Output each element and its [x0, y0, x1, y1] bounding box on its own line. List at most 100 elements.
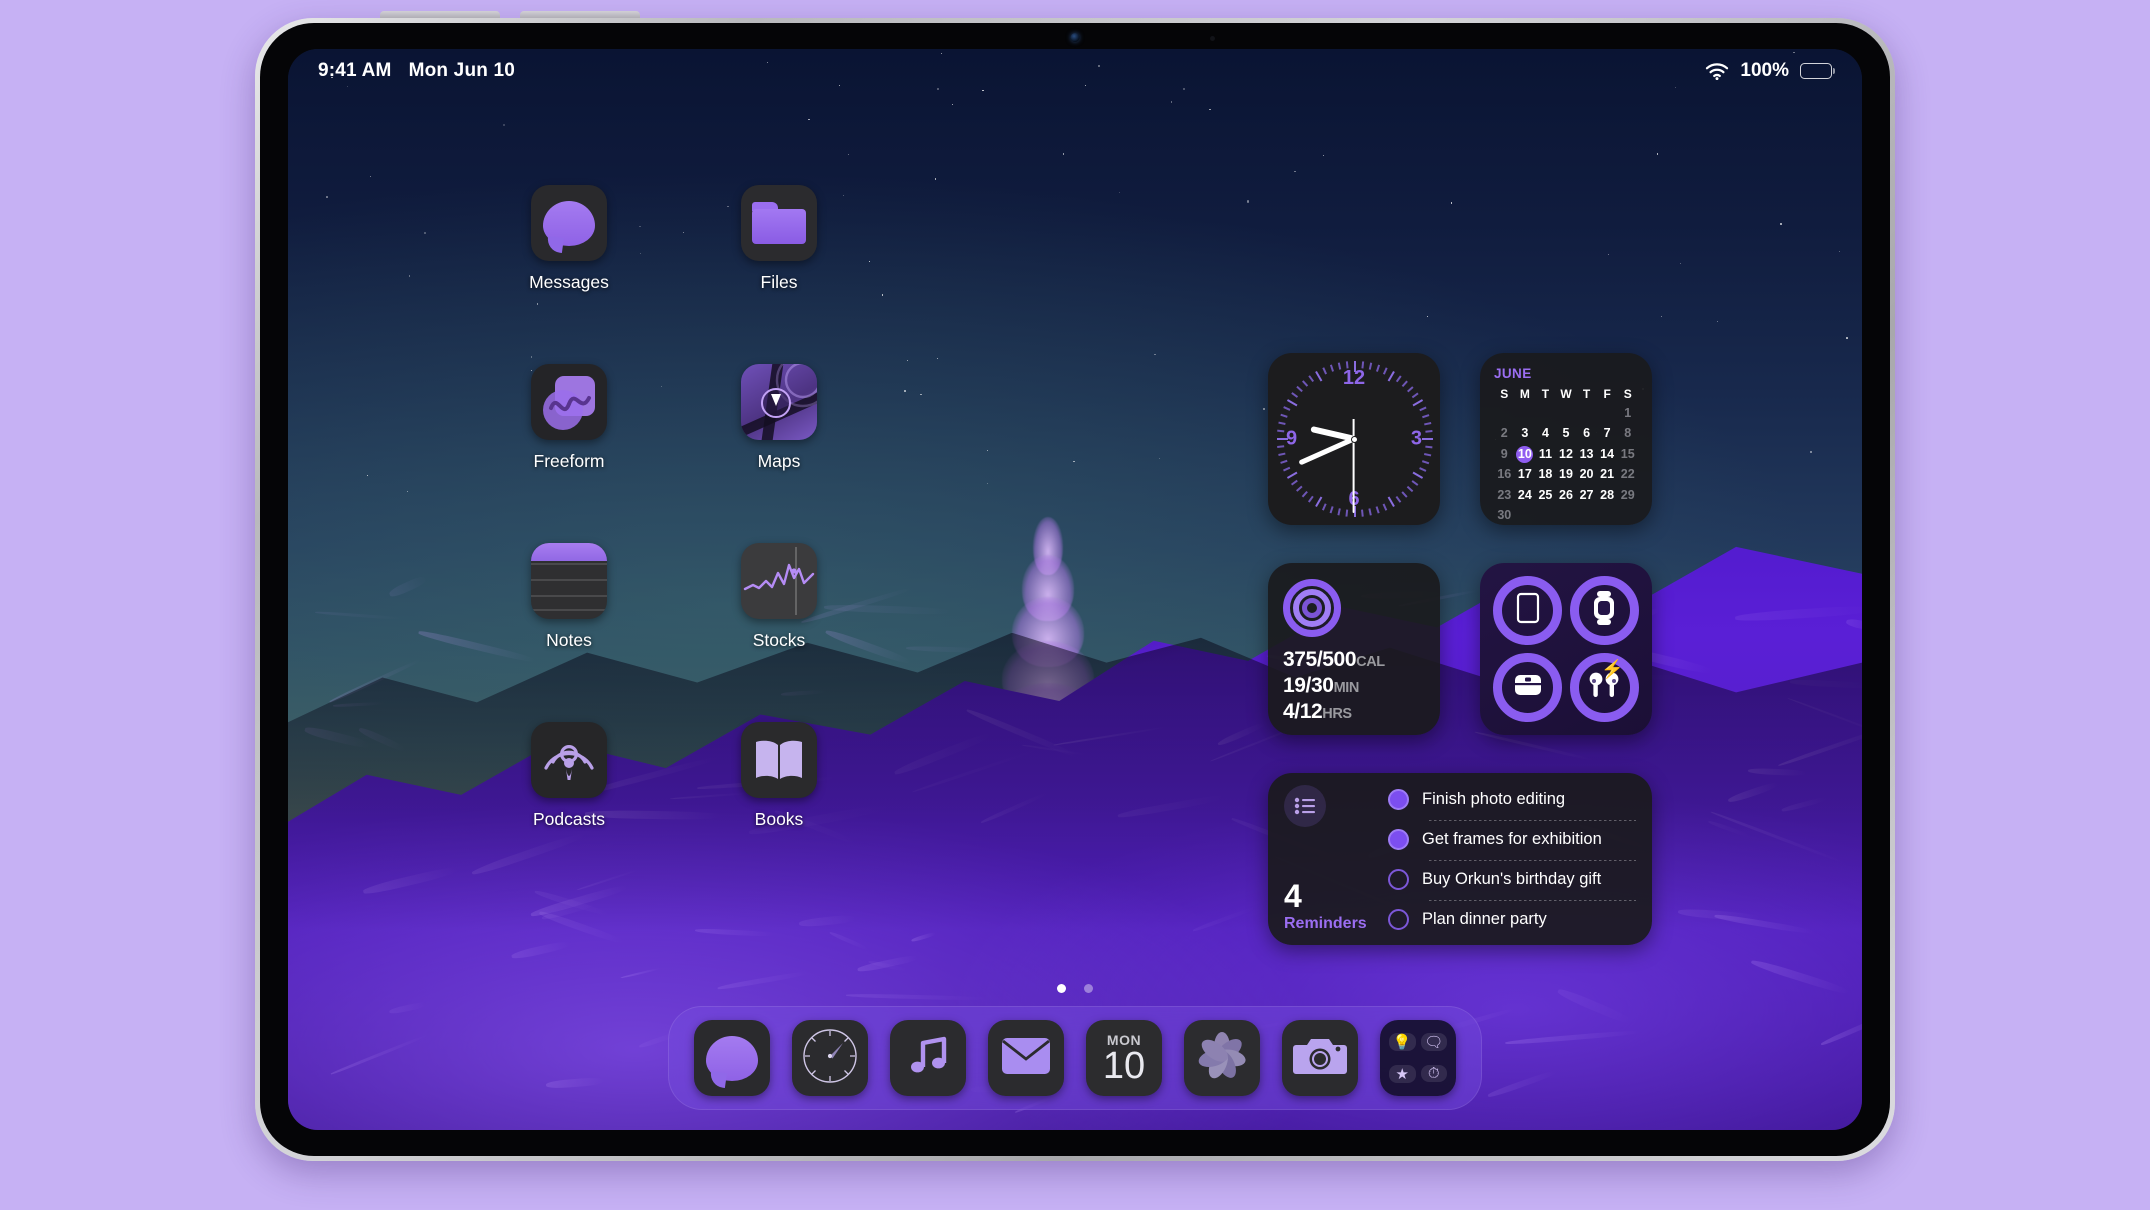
- calendar-day[interactable]: 28: [1597, 487, 1618, 504]
- battery-cell-airpods: ⚡: [1569, 652, 1641, 724]
- ipad-bezel: 9:41 AM Mon Jun 10 100%: [260, 23, 1890, 1156]
- reminders-list: Finish photo editing Get frames for exhi…: [1380, 785, 1636, 933]
- page-dots[interactable]: [1057, 984, 1093, 993]
- status-time: 9:41 AM: [318, 60, 392, 82]
- app-books[interactable]: Books: [674, 722, 884, 830]
- reminder-checkbox[interactable]: [1388, 789, 1409, 810]
- fitness-metric-move: 375/500CAL: [1283, 647, 1425, 673]
- calendar-day[interactable]: 3: [1515, 425, 1536, 442]
- widget-clock[interactable]: 12 3 6 9: [1268, 353, 1440, 525]
- dock-item-safari[interactable]: [792, 1020, 868, 1096]
- calendar-day[interactable]: 7: [1597, 425, 1618, 442]
- dock-item-utilities-folder[interactable]: 💡 🗨 ★ ⏱: [1380, 1020, 1456, 1096]
- calendar-month-label: JUNE: [1494, 366, 1638, 381]
- app-notes[interactable]: Notes: [464, 543, 674, 651]
- calendar-day[interactable]: 2: [1494, 425, 1515, 442]
- calendar-day[interactable]: 17: [1515, 466, 1536, 483]
- dock-item-camera[interactable]: [1282, 1020, 1358, 1096]
- photos-icon: [1195, 1029, 1249, 1088]
- safari-icon: [799, 1025, 861, 1092]
- widget-reminders[interactable]: 4 Reminders Finish photo editing Get fra…: [1268, 773, 1652, 945]
- dock-item-messages[interactable]: [694, 1020, 770, 1096]
- calendar-day[interactable]: 5: [1556, 425, 1577, 442]
- calendar-day[interactable]: 29: [1617, 487, 1638, 504]
- apple-watch-icon: [1591, 591, 1617, 630]
- status-bar-left: 9:41 AM Mon Jun 10: [318, 60, 515, 82]
- app-maps[interactable]: Maps: [674, 364, 884, 472]
- messages-icon: [531, 185, 607, 261]
- dock-item-mail[interactable]: [988, 1020, 1064, 1096]
- calendar-day[interactable]: 20: [1576, 466, 1597, 483]
- clock-numeral-12: 12: [1343, 367, 1365, 390]
- page-dot-1[interactable]: [1057, 984, 1066, 993]
- star-icon: ★: [1389, 1065, 1416, 1083]
- calendar-weekday: T: [1535, 387, 1556, 401]
- calendar-day[interactable]: 26: [1556, 487, 1577, 504]
- dock-item-music[interactable]: [890, 1020, 966, 1096]
- widget-calendar[interactable]: JUNE SMTWTFS......1234567891011121314151…: [1480, 353, 1652, 525]
- clock-hour-hand: [1311, 426, 1355, 441]
- calendar-day[interactable]: 11: [1535, 446, 1556, 463]
- calendar-day[interactable]: 15: [1617, 446, 1638, 463]
- reminder-checkbox[interactable]: [1388, 829, 1409, 850]
- calendar-day[interactable]: 13: [1576, 446, 1597, 463]
- reminder-text: Buy Orkun's birthday gift: [1422, 870, 1601, 889]
- calendar-day[interactable]: 6: [1576, 425, 1597, 442]
- battery-cell-airpods-case: [1492, 652, 1564, 724]
- page-dot-2[interactable]: [1084, 984, 1093, 993]
- calendar-weekday: F: [1597, 387, 1618, 401]
- reminder-item[interactable]: Buy Orkun's birthday gift: [1388, 869, 1636, 890]
- battery-full-icon: [1800, 63, 1832, 79]
- app-grid: Messages Files: [464, 185, 884, 830]
- widget-batteries[interactable]: ⚡: [1480, 563, 1652, 735]
- wifi-icon: [1705, 63, 1729, 80]
- calendar-day[interactable]: 1: [1617, 405, 1638, 422]
- calendar-day[interactable]: 14: [1597, 446, 1618, 463]
- status-date: Mon Jun 10: [409, 60, 516, 82]
- calendar-day[interactable]: 9: [1494, 446, 1515, 463]
- translate-icon: 🗨: [1421, 1033, 1448, 1051]
- calendar-day[interactable]: 25: [1535, 487, 1556, 504]
- app-files[interactable]: Files: [674, 185, 884, 293]
- calendar-day[interactable]: 30: [1494, 507, 1515, 524]
- clock-center-pin: [1351, 436, 1358, 443]
- app-freeform[interactable]: Freeform: [464, 364, 674, 472]
- screenshot-stage: 9:41 AM Mon Jun 10 100%: [0, 0, 2150, 1210]
- front-camera-icon: [1071, 33, 1080, 42]
- calendar-day[interactable]: 12: [1556, 446, 1577, 463]
- app-stocks[interactable]: Stocks: [674, 543, 884, 651]
- dock-item-photos[interactable]: [1184, 1020, 1260, 1096]
- ambient-sensor-icon: [1210, 36, 1215, 41]
- reminder-checkbox[interactable]: [1388, 869, 1409, 890]
- reminder-item[interactable]: Finish photo editing: [1388, 789, 1636, 810]
- widget-fitness[interactable]: 375/500CAL 19/30MIN 4/12HRS: [1268, 563, 1440, 735]
- status-bar-right[interactable]: 100%: [1705, 60, 1832, 82]
- app-messages[interactable]: Messages: [464, 185, 674, 293]
- calendar-day[interactable]: 16: [1494, 466, 1515, 483]
- app-label: Messages: [529, 272, 609, 293]
- reminder-item[interactable]: Get frames for exhibition: [1388, 829, 1636, 850]
- calendar-day[interactable]: 27: [1576, 487, 1597, 504]
- reminder-item[interactable]: Plan dinner party: [1388, 909, 1636, 930]
- app-podcasts[interactable]: Podcasts: [464, 722, 674, 830]
- calendar-weekday: S: [1617, 387, 1638, 401]
- reminder-checkbox[interactable]: [1388, 909, 1409, 930]
- battery-percent: 100%: [1740, 60, 1789, 82]
- ipad-screen: 9:41 AM Mon Jun 10 100%: [288, 49, 1862, 1130]
- calendar-day[interactable]: 10: [1516, 446, 1533, 463]
- dock-item-calendar[interactable]: MON 10: [1086, 1020, 1162, 1096]
- calendar-day[interactable]: 23: [1494, 487, 1515, 504]
- app-label: Maps: [758, 451, 801, 472]
- calendar-day[interactable]: 19: [1556, 466, 1577, 483]
- app-label: Podcasts: [533, 809, 605, 830]
- activity-rings-icon: [1283, 579, 1341, 637]
- clock-icon: ⏱: [1421, 1065, 1448, 1082]
- calendar-day[interactable]: 4: [1535, 425, 1556, 442]
- calendar-day[interactable]: 21: [1597, 466, 1618, 483]
- calendar-day[interactable]: 24: [1515, 487, 1536, 504]
- calendar-day[interactable]: 18: [1535, 466, 1556, 483]
- calendar-day[interactable]: 8: [1617, 425, 1638, 442]
- calendar-day[interactable]: 22: [1617, 466, 1638, 483]
- maps-icon: [741, 364, 817, 440]
- airpods-case-icon: [1513, 673, 1543, 702]
